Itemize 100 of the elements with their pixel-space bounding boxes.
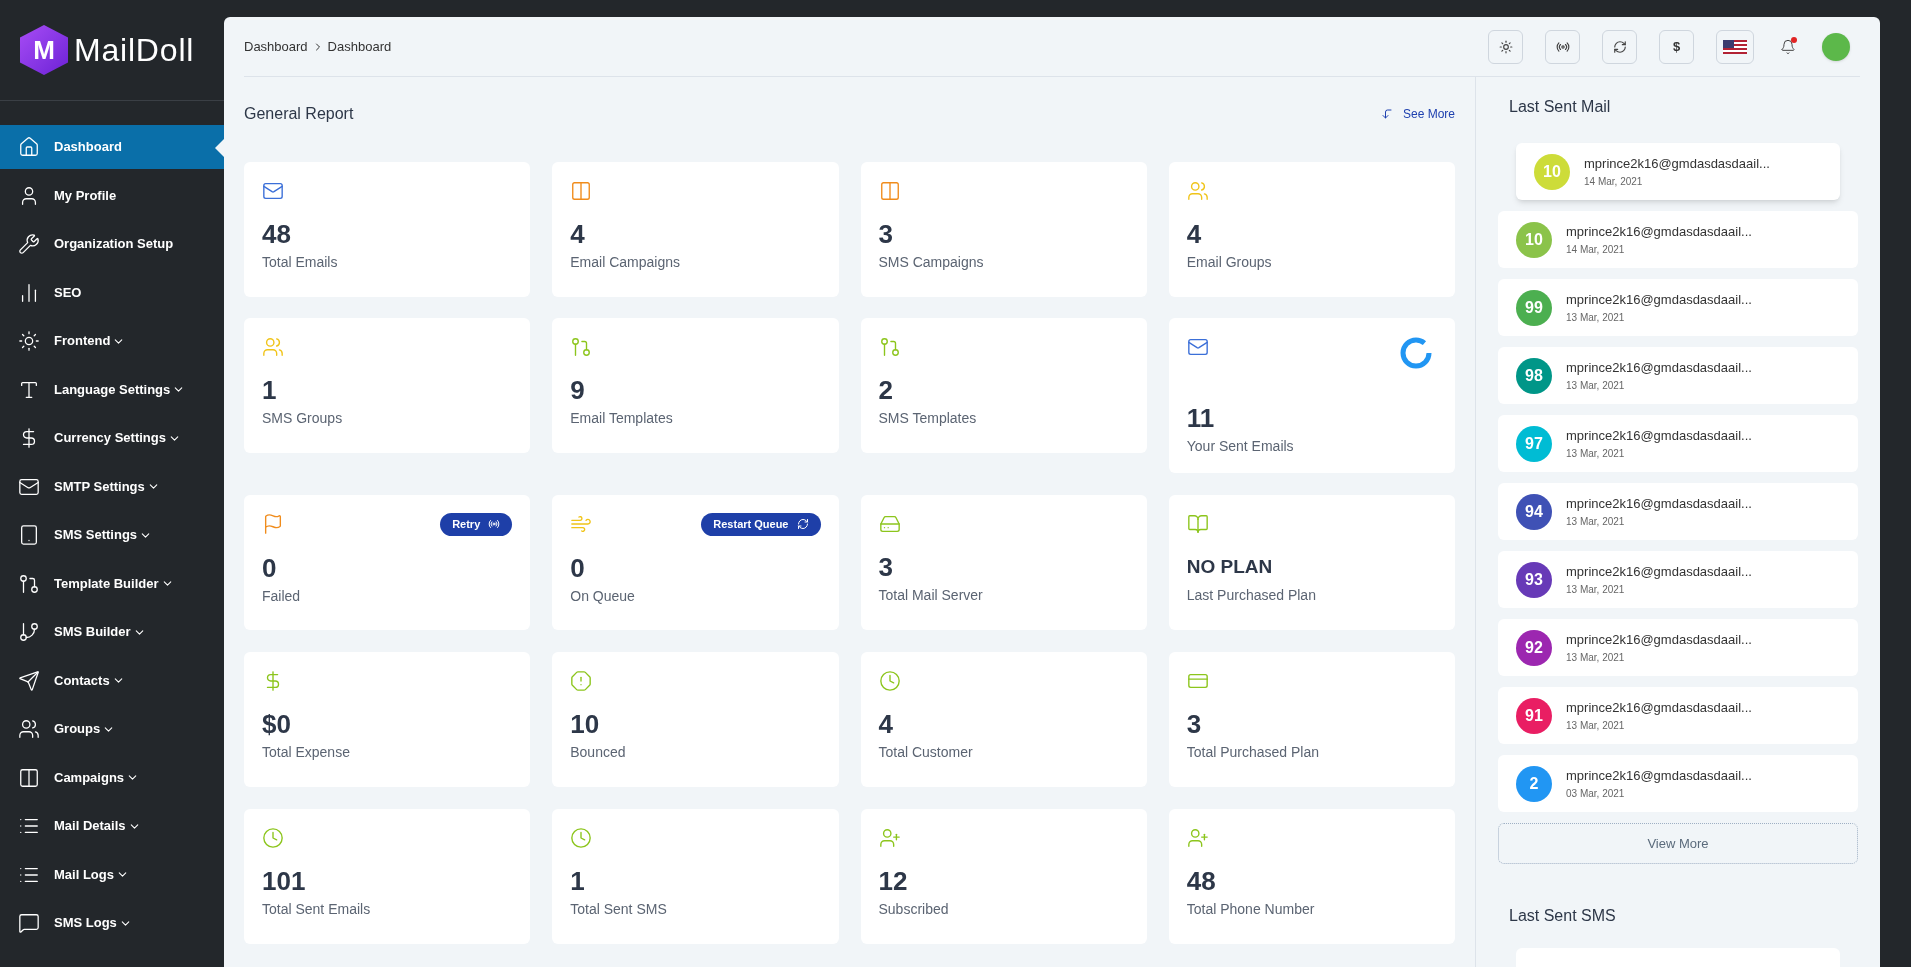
us-flag-icon	[1723, 39, 1747, 54]
sidebar-item[interactable]: SMTP Settings	[0, 464, 224, 509]
mail-address: mprince2k16@gmdasdasdaail...	[1566, 495, 1752, 514]
mail-item[interactable]: 92 mprince2k16@gmdasdasdaail... 13 Mar, 2021	[1498, 619, 1858, 676]
count-avatar: 99	[1516, 289, 1552, 326]
mail-date: 13 Mar, 2021	[1566, 310, 1626, 325]
sidebar-item[interactable]: Mail Details	[0, 804, 224, 848]
mail-item[interactable]: 91 mprince2k16@gmdasdasdaail... 13 Mar, 2021	[1498, 687, 1858, 744]
corner-arrow-icon	[1380, 108, 1393, 120]
toolbar-button[interactable]	[1602, 29, 1637, 64]
mail-date: 13 Mar, 2021	[1566, 650, 1626, 665]
sidebar-item[interactable]: Mail Logs	[0, 852, 224, 897]
toolbar-button[interactable]	[1545, 29, 1580, 64]
stat-label: Email Groups	[1186, 253, 1273, 272]
sidebar-item[interactable]: Dashboard	[0, 125, 224, 169]
mail-address: mprince2k16@gmdasdasdaail...	[1566, 767, 1752, 786]
mail-item[interactable]: 98 mprince2k16@gmdasdasdaail... 13 Mar, 2021	[1498, 347, 1858, 404]
see-more-link[interactable]: See More	[1380, 105, 1455, 123]
mail-item[interactable]: 99 mprince2k16@gmdasdasdaail... 13 Mar, 2021	[1498, 279, 1858, 336]
stat-label: SMS Campaigns	[878, 253, 985, 272]
mail-item[interactable]: 93 mprince2k16@gmdasdasdaail... 13 Mar, 2021	[1498, 551, 1858, 608]
mail-item[interactable]: 2 mprince2k16@gmdasdasdaail... 03 Mar, 2021	[1498, 755, 1858, 812]
hard-drive-icon	[878, 513, 901, 535]
columns-icon	[18, 766, 40, 789]
stat-value: 0	[570, 551, 586, 584]
sidebar-item[interactable]: SMS Builder	[0, 610, 224, 654]
stat-value: 1	[262, 374, 278, 406]
broadcast-icon	[488, 518, 501, 531]
stat-value: 0	[262, 551, 278, 584]
stat-value: 9	[570, 374, 586, 406]
git-pull-request-icon	[570, 336, 593, 358]
tablet-icon	[18, 524, 40, 546]
sidebar-item[interactable]: Currency Settings	[0, 416, 224, 460]
action-button[interactable]: Retry	[440, 513, 513, 536]
section-title: General Report	[244, 104, 354, 124]
sidebar-item[interactable]: Template Builder	[0, 561, 224, 606]
sidebar-item[interactable]: Organization Setup	[0, 222, 224, 266]
stat-label: Total Sent Emails	[262, 900, 372, 919]
mail-address: mprince2k16@gmdasdasdaail...	[1566, 359, 1752, 378]
panel-title: Last Sent SMS	[1508, 906, 1617, 926]
envelope-icon	[262, 180, 284, 202]
user-plus-icon	[1186, 827, 1209, 849]
sidebar-item[interactable]: Campaigns	[0, 755, 224, 800]
stat-label: Email Templates	[570, 409, 674, 428]
mail-item[interactable]: 97 mprince2k16@gmdasdasdaail... 13 Mar, 2021	[1498, 415, 1858, 472]
sidebar-item[interactable]: Groups	[0, 707, 224, 751]
sidebar-item[interactable]: SMS Logs	[0, 901, 224, 945]
currency-button[interactable]: $	[1659, 29, 1694, 64]
mail-address: mprince2k16@gmdasdasdaail...	[1566, 291, 1752, 310]
mail-item[interactable]: 10 mprince2k16@gmdasdasdaail... 14 Mar, 2021	[1516, 143, 1840, 200]
sidebar-item[interactable]: SEO	[0, 270, 224, 315]
sidebar-item[interactable]: Contacts	[0, 658, 224, 703]
action-button[interactable]: Restart Queue	[701, 513, 821, 536]
stat-value: 4	[570, 218, 586, 250]
mail-date: 03 Mar, 2021	[1566, 786, 1626, 801]
clock-icon	[570, 827, 593, 849]
panel-title: Last Sent Mail	[1508, 97, 1612, 117]
mail-address: mprince2k16@gmdasdasdaail...	[1566, 699, 1752, 718]
mail-date: 14 Mar, 2021	[1584, 174, 1644, 189]
clock-icon	[262, 827, 284, 849]
count-avatar: 10	[1534, 153, 1570, 190]
stat-value: 3	[878, 218, 894, 250]
stat-label: Bounced	[570, 743, 627, 762]
sidebar-item[interactable]: Language Settings	[0, 367, 224, 412]
stat-value: 11	[1186, 402, 1216, 434]
stat-label: Email Campaigns	[570, 253, 681, 272]
stat-label: Total Customer	[878, 743, 974, 762]
count-avatar: 10	[1516, 221, 1552, 258]
logo-mark: M	[20, 25, 68, 75]
count-avatar: 93	[1516, 561, 1552, 598]
sun-icon	[18, 330, 40, 352]
logo-text: MailDoll	[74, 31, 195, 70]
envelope-icon	[1186, 336, 1209, 358]
broadcast-icon	[1555, 39, 1570, 54]
stat-value: 3	[878, 551, 894, 583]
alert-octagon-icon	[570, 670, 593, 692]
stat-value: 101	[262, 865, 307, 897]
count-avatar: 92	[1516, 629, 1552, 666]
sidebar-item[interactable]: Frontend	[0, 319, 224, 363]
toolbar-button[interactable]	[1488, 29, 1523, 64]
mail-item[interactable]: 94 mprince2k16@gmdasdasdaail... 13 Mar, 2021	[1498, 483, 1858, 540]
sidebar-item[interactable]: SMS Settings	[0, 513, 224, 557]
stat-value: 4	[878, 708, 894, 740]
chat-bubble-icon	[18, 912, 40, 934]
count-avatar: 94	[1516, 493, 1552, 530]
stat-label: Total Emails	[262, 253, 339, 272]
mail-date: 13 Mar, 2021	[1566, 718, 1626, 733]
mail-date: 13 Mar, 2021	[1566, 514, 1626, 529]
sidebar-item[interactable]: My Profile	[0, 173, 224, 218]
stat-label: Subscribed	[878, 900, 950, 919]
count-avatar: 2	[1516, 765, 1552, 802]
stat-label: Total Mail Server	[878, 586, 984, 605]
stat-label: Total Phone Number	[1186, 900, 1316, 919]
stat-label: Total Expense	[262, 743, 351, 762]
breadcrumb-link[interactable]: Dashboard	[244, 36, 308, 57]
count-avatar: 97	[1516, 425, 1552, 462]
language-button[interactable]	[1716, 29, 1754, 64]
git-pull-request-icon	[878, 336, 901, 358]
wrench-icon	[18, 233, 40, 255]
mail-item[interactable]: 10 mprince2k16@gmdasdasdaail... 14 Mar, 2021	[1498, 211, 1858, 268]
